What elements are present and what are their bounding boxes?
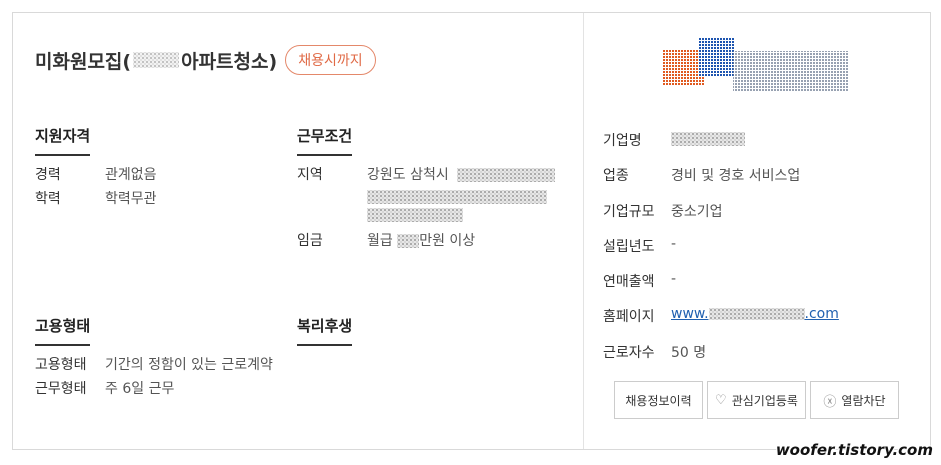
employment-row-schedule: 근무형태 주 6일 근무 <box>35 381 175 397</box>
company-actions: 채용정보이력 ♡ 관심기업등록 ⓧ 열람차단 <box>614 381 899 419</box>
conditions-row-wage: 임금 월급 만원 이상 <box>297 233 476 249</box>
redacted-company-name <box>671 132 745 146</box>
company-employees-row: 근로자수 50 명 <box>603 345 707 361</box>
employment-row-type: 고용형태 기간의 정함이 있는 근로계약 <box>35 357 273 373</box>
company-logo <box>663 37 849 91</box>
add-interest-company-button[interactable]: ♡ 관심기업등록 <box>707 381 806 419</box>
conditions-section: 근무조건 지역 강원도 삼척시 임금 월급 만원 이상 <box>297 125 577 250</box>
redacted-wage <box>397 234 420 248</box>
job-title: 미화원모집( 아파트청소) 채용시까지 <box>35 45 376 75</box>
heart-icon: ♡ <box>715 392 727 408</box>
homepage-link[interactable]: www. .com <box>671 306 839 326</box>
block-view-button[interactable]: ⓧ 열람차단 <box>810 381 899 419</box>
company-size-row: 기업규모 중소기업 <box>603 204 723 220</box>
employment-section: 고용형태 고용형태 기간의 정함이 있는 근로계약 근무형태 주 6일 근무 <box>35 315 295 398</box>
job-history-button[interactable]: 채용정보이력 <box>614 381 703 419</box>
redacted-address-3 <box>367 208 463 222</box>
job-title-suffix: 아파트청소) <box>181 50 278 73</box>
qualification-row-education: 학력 학력무관 <box>35 191 157 207</box>
redacted-domain <box>708 308 805 320</box>
redacted-address-2 <box>367 190 547 204</box>
company-name-row: 기업명 <box>603 130 745 150</box>
redacted-address <box>457 168 556 182</box>
conditions-heading: 근무조건 <box>297 125 353 156</box>
welfare-section: 복리후생 <box>297 315 353 346</box>
company-founded-row: 설립년도 - <box>603 236 677 255</box>
watermark: woofer.tistory.com <box>775 441 933 459</box>
close-circle-icon: ⓧ <box>823 394 837 410</box>
company-homepage-row: 홈페이지 www. .com <box>603 306 839 326</box>
conditions-row-region: 지역 강원도 삼척시 <box>297 166 577 222</box>
job-title-prefix: 미화원모집( <box>35 50 132 73</box>
deadline-badge: 채용시까지 <box>285 45 376 75</box>
employment-heading: 고용형태 <box>35 315 91 346</box>
qualification-row-career: 경력 관계없음 <box>35 167 157 183</box>
redacted-name <box>133 52 180 68</box>
company-industry-row: 업종 경비 및 경호 서비스업 <box>603 168 801 184</box>
column-divider <box>583 13 584 449</box>
qualification-heading: 지원자격 <box>35 125 91 156</box>
welfare-heading: 복리후생 <box>297 315 353 346</box>
company-revenue-row: 연매출액 - <box>603 271 677 290</box>
qualification-section: 지원자격 경력 관계없음 학력 학력무관 <box>35 125 265 208</box>
job-detail-card: 미화원모집( 아파트청소) 채용시까지 지원자격 경력 관계없음 학력 학력무관… <box>12 12 931 450</box>
region-value: 강원도 삼척시 <box>367 167 449 183</box>
